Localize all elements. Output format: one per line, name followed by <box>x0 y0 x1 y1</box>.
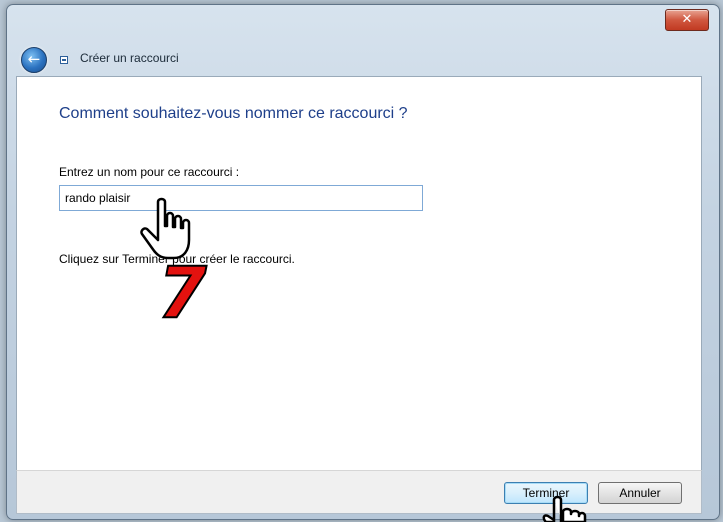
wizard-title: Créer un raccourci <box>80 51 179 65</box>
shortcut-name-input[interactable] <box>59 185 423 211</box>
shortcut-icon <box>60 56 68 64</box>
wizard-nav-bar: ← Créer un raccourci <box>12 44 692 74</box>
button-bar: Terminer Annuler <box>16 470 702 514</box>
close-button[interactable]: ✕ <box>665 9 709 31</box>
back-arrow-icon: ← <box>27 50 41 68</box>
shortcut-name-label: Entrez un nom pour ce raccourci : <box>59 165 240 179</box>
title-bar: ✕ <box>7 5 719 45</box>
hand-pointer-icon-finish <box>542 495 587 522</box>
step-number: 7 <box>157 252 208 334</box>
cancel-button[interactable]: Annuler <box>598 482 682 504</box>
page-heading: Comment souhaitez-vous nommer ce raccour… <box>59 105 408 122</box>
back-button[interactable]: ← <box>21 47 47 73</box>
wizard-content: Comment souhaitez-vous nommer ce raccour… <box>16 76 702 471</box>
close-icon: ✕ <box>681 12 693 27</box>
